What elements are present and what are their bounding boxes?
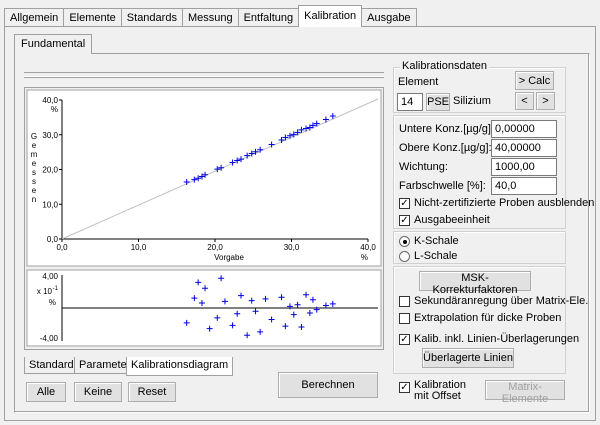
sekundaer-label: Sekundäranregung über Matrix-Ele. (414, 295, 589, 307)
obere-konz-field[interactable]: 40,00000 (491, 139, 557, 157)
tab-standards[interactable]: Standards (120, 8, 183, 27)
residual-scale-label: x 10 (37, 287, 53, 296)
kalibrationsdaten-legend: Kalibrationsdaten (400, 60, 490, 72)
obere-konz-label: Obere Konz.[µg/g]: (399, 142, 492, 154)
y-unit-label: % (51, 105, 58, 114)
untere-konz-field[interactable]: 0,00000 (491, 120, 557, 138)
x-axis-title: Vorgabe (214, 253, 244, 262)
msk-korrekturfaktoren-button[interactable]: MSK-Korrekturfaktoren (419, 271, 531, 296)
kalibration-offset-checkbox[interactable]: ✓ (399, 382, 410, 393)
x-tick-label: 0,0 (56, 243, 68, 252)
x-tick-label: 20,0 (207, 243, 223, 252)
ausgabeeinheit-label: Ausgabeeinheit (414, 214, 490, 226)
wichtung-label: Wichtung: (399, 161, 448, 173)
wichtung-field[interactable]: 1000,00 (491, 158, 557, 176)
farbschwelle-label: Farbschwelle [%]: (399, 180, 486, 192)
y-tick-label: 40,0 (42, 96, 58, 105)
main-plot-bg (26, 89, 382, 267)
y-axis-title-char: m (31, 150, 38, 159)
l-schale-radio[interactable] (399, 251, 410, 262)
tab-messung[interactable]: Messung (181, 8, 239, 27)
y-tick-label: 20,0 (42, 166, 58, 175)
residual-y-tick-top: 4,00 (42, 272, 58, 281)
tab-kalibration[interactable]: Kalibration (298, 5, 363, 27)
ueberlagerte-linien-button[interactable]: Überlagerte Linien (422, 348, 514, 368)
y-tick-label: 30,0 (42, 131, 58, 140)
keine-button[interactable]: Keine (74, 382, 122, 402)
pse-button[interactable]: PSE (426, 93, 450, 111)
y-axis-title-char: s (32, 177, 36, 186)
calibration-chart: 0,010,020,030,040,0%0,0 10,0 20,0 30,0 40,0V… (26, 89, 382, 347)
y-axis-title-char: n (32, 195, 36, 204)
untere-konz-label: Untere Konz.[µg/g]: (399, 123, 494, 135)
residual-scale-exponent: -1 (53, 286, 59, 292)
tab-elemente[interactable]: Elemente (63, 8, 122, 27)
l-schale-label: L-Schale (414, 250, 458, 262)
kalib-linien-checkbox[interactable]: ✓ (399, 334, 410, 345)
sekundaer-checkbox[interactable] (399, 296, 410, 307)
ausgabeeinheit-checkbox[interactable]: ✓ (399, 215, 410, 226)
y-axis-title-char: G (31, 132, 37, 141)
y-axis-title-char: e (32, 186, 37, 195)
header-separator-2 (24, 77, 384, 78)
element-number-field[interactable]: 14 (397, 93, 423, 111)
x-tick-label: 10,0 (131, 243, 147, 252)
y-axis-title-char: s (32, 168, 36, 177)
y-axis-title-char: e (32, 159, 37, 168)
matrix-elemente-button[interactable]: Matrix-Elemente (485, 380, 565, 405)
k-schale-label: K-Schale (414, 235, 459, 247)
residual-unit-label: % (49, 298, 56, 307)
alle-button[interactable]: Alle (26, 382, 66, 402)
tab-ausgabe[interactable]: Ausgabe (361, 8, 417, 27)
berechnen-button[interactable]: Berechnen (278, 372, 378, 398)
y-tick-label: 10,0 (42, 200, 58, 209)
nicht-zertifizierte-label: Nicht-zertifizierte Proben ausblenden (414, 197, 595, 209)
prev-element-button[interactable]: < (515, 92, 534, 110)
nicht-zertifizierte-checkbox[interactable]: ✓ (399, 198, 410, 209)
kalib-linien-label: Kalib. inkl. Linien-Überlagerungen (414, 333, 580, 345)
farbschwelle-field[interactable]: 40,0 (491, 177, 557, 195)
element-label: Element (398, 76, 439, 88)
extrapolation-checkbox[interactable] (399, 313, 410, 324)
x-unit-label: % (361, 253, 368, 262)
y-axis-title-char: e (32, 141, 37, 150)
tab-allgemein[interactable]: Allgemein (4, 8, 65, 27)
calc-button[interactable]: > Calc (515, 71, 554, 90)
extrapolation-label: Extrapolation für dicke Proben (414, 312, 562, 324)
main-tabbar: Allgemein Elemente Standards Messung Ent… (4, 5, 417, 27)
residual-y-tick-bottom: -4,00 (40, 334, 59, 343)
x-tick-label: 30,0 (284, 243, 300, 252)
reset-button[interactable]: Reset (128, 382, 176, 402)
next-element-button[interactable]: > (536, 92, 555, 110)
x-tick-label: 40,0 (360, 243, 376, 252)
tab-entfaltung[interactable]: Entfaltung (237, 8, 300, 27)
element-name: Silizium (453, 95, 491, 107)
bottom-tab-kalibrationsdiagram[interactable]: Kalibrationsdiagram (126, 357, 234, 376)
tab-fundamental[interactable]: Fundamental (14, 34, 93, 54)
kalibration-offset-label: Kalibration mit Offset (414, 379, 466, 402)
k-schale-radio[interactable] (399, 236, 410, 247)
